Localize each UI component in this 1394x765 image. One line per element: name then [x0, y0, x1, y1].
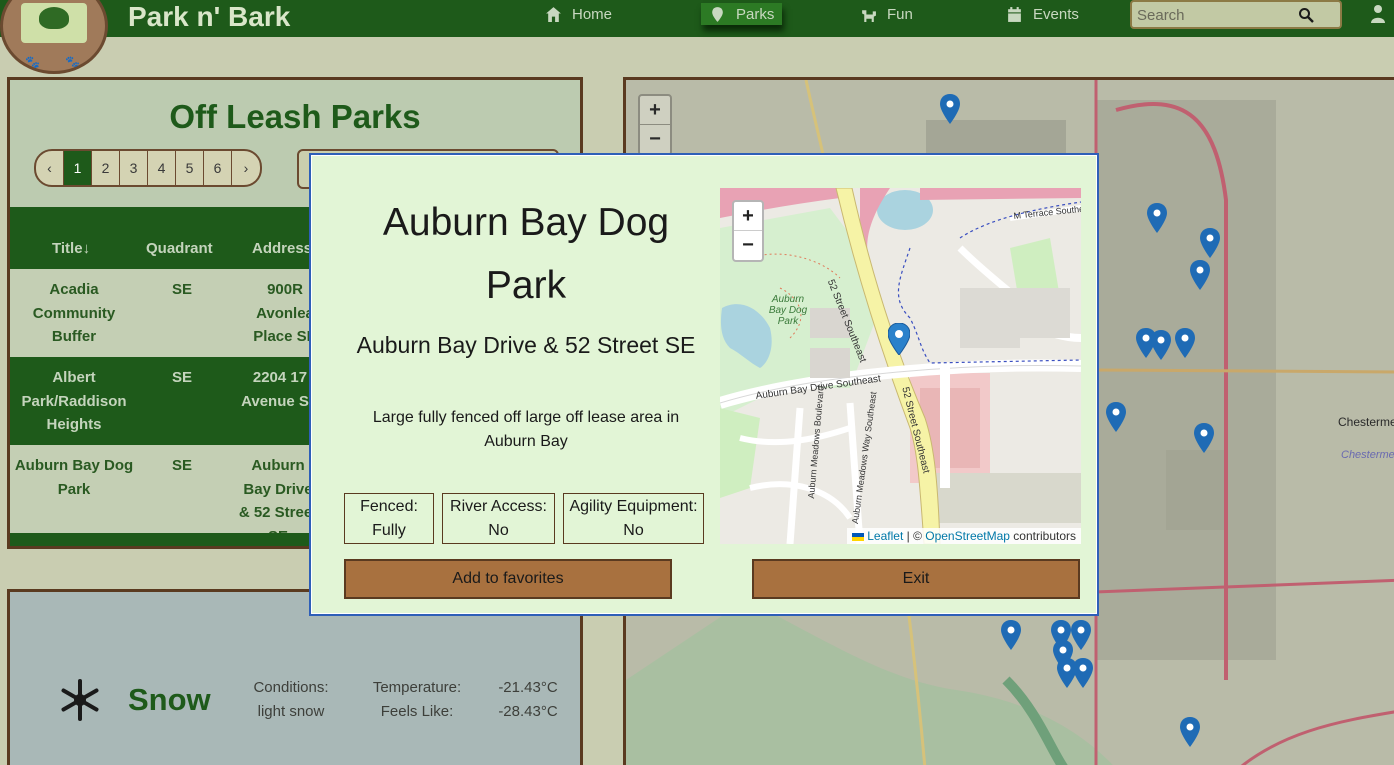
- park-map-tiles: [720, 188, 1081, 544]
- map-attribution: Leaflet | © OpenStreetMap contributors: [847, 528, 1081, 544]
- attribute-value: No: [488, 522, 509, 539]
- map-park-label: Auburn Bay Dog Park: [768, 294, 808, 327]
- attribute-river-access: River Access: No: [442, 493, 555, 544]
- modal-park-title: Auburn Bay Dog Park: [382, 201, 670, 307]
- mini-map-zoom-control: + −: [732, 200, 764, 262]
- park-detail-modal: Auburn Bay Dog Park Auburn Bay Drive & 5…: [309, 153, 1099, 616]
- ukraine-flag-icon: [852, 532, 865, 541]
- leaflet-link[interactable]: Leaflet: [867, 529, 903, 543]
- openstreetmap-link[interactable]: OpenStreetMap: [925, 529, 1010, 543]
- attribute-label: Agility Equipment:: [569, 498, 698, 515]
- park-location-marker-icon[interactable]: [888, 323, 910, 355]
- attribute-value: Fully: [372, 522, 406, 539]
- modal-park-description: Large fully fenced off large off lease a…: [372, 409, 680, 450]
- attribute-label: River Access:: [450, 498, 547, 515]
- exit-button[interactable]: Exit: [752, 559, 1080, 599]
- attribute-value: No: [623, 522, 644, 539]
- attribute-label: Fenced:: [360, 498, 418, 515]
- mini-map-zoom-in-button[interactable]: +: [734, 202, 762, 231]
- attribute-agility-equipment: Agility Equipment: No: [563, 493, 704, 544]
- mini-map-zoom-out-button[interactable]: −: [734, 231, 762, 260]
- attribution-tail: contributors: [1009, 529, 1076, 543]
- attribute-fenced: Fenced: Fully: [344, 493, 434, 544]
- modal-park-address: Auburn Bay Drive & 52 Street SE: [356, 332, 696, 358]
- attribution-separator: | ©: [903, 529, 926, 543]
- add-to-favorites-button[interactable]: Add to favorites: [344, 559, 672, 599]
- park-location-map[interactable]: Auburn Bay Dog Park 52 Street Southeast …: [720, 188, 1081, 544]
